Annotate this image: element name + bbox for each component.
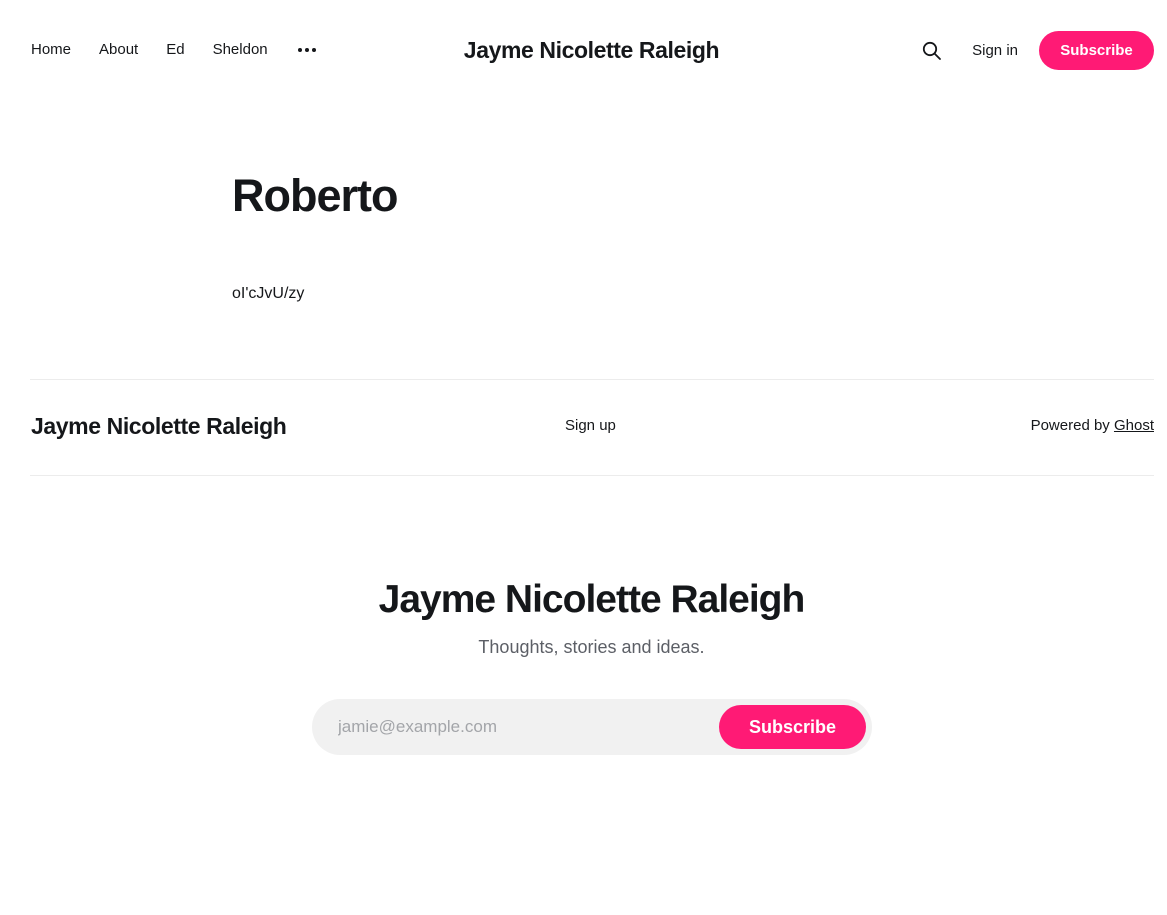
footer-divider-bottom	[30, 475, 1154, 476]
signin-link[interactable]: Sign in	[972, 42, 1018, 59]
powered-by: Powered by Ghost	[1031, 416, 1154, 436]
footer-divider-top	[30, 379, 1154, 380]
article-body: oI'cJvU/zy	[232, 285, 305, 302]
ghost-link[interactable]: Ghost	[1114, 417, 1154, 434]
subscribe-form: Subscribe	[312, 699, 872, 755]
cta-title: Jayme Nicolette Raleigh	[378, 578, 806, 621]
subscribe-button[interactable]: Subscribe	[1039, 31, 1154, 70]
powered-by-text: Powered by	[1030, 417, 1110, 434]
search-button[interactable]	[920, 39, 944, 63]
footer-site-title[interactable]: Jayme Nicolette Raleigh	[31, 411, 287, 441]
site-header: Home About Ed Sheldon Jayme Nicolette Ra…	[0, 0, 1167, 100]
article-title: Roberto	[232, 170, 398, 221]
cta-subtitle: Thoughts, stories and ideas.	[478, 637, 705, 657]
cta-subscribe-button[interactable]: Subscribe	[719, 705, 866, 749]
footer-signup-link[interactable]: Sign up	[565, 416, 616, 436]
email-input[interactable]	[312, 699, 712, 755]
header-actions: Sign in Subscribe	[920, 31, 1154, 70]
search-icon	[923, 41, 942, 60]
